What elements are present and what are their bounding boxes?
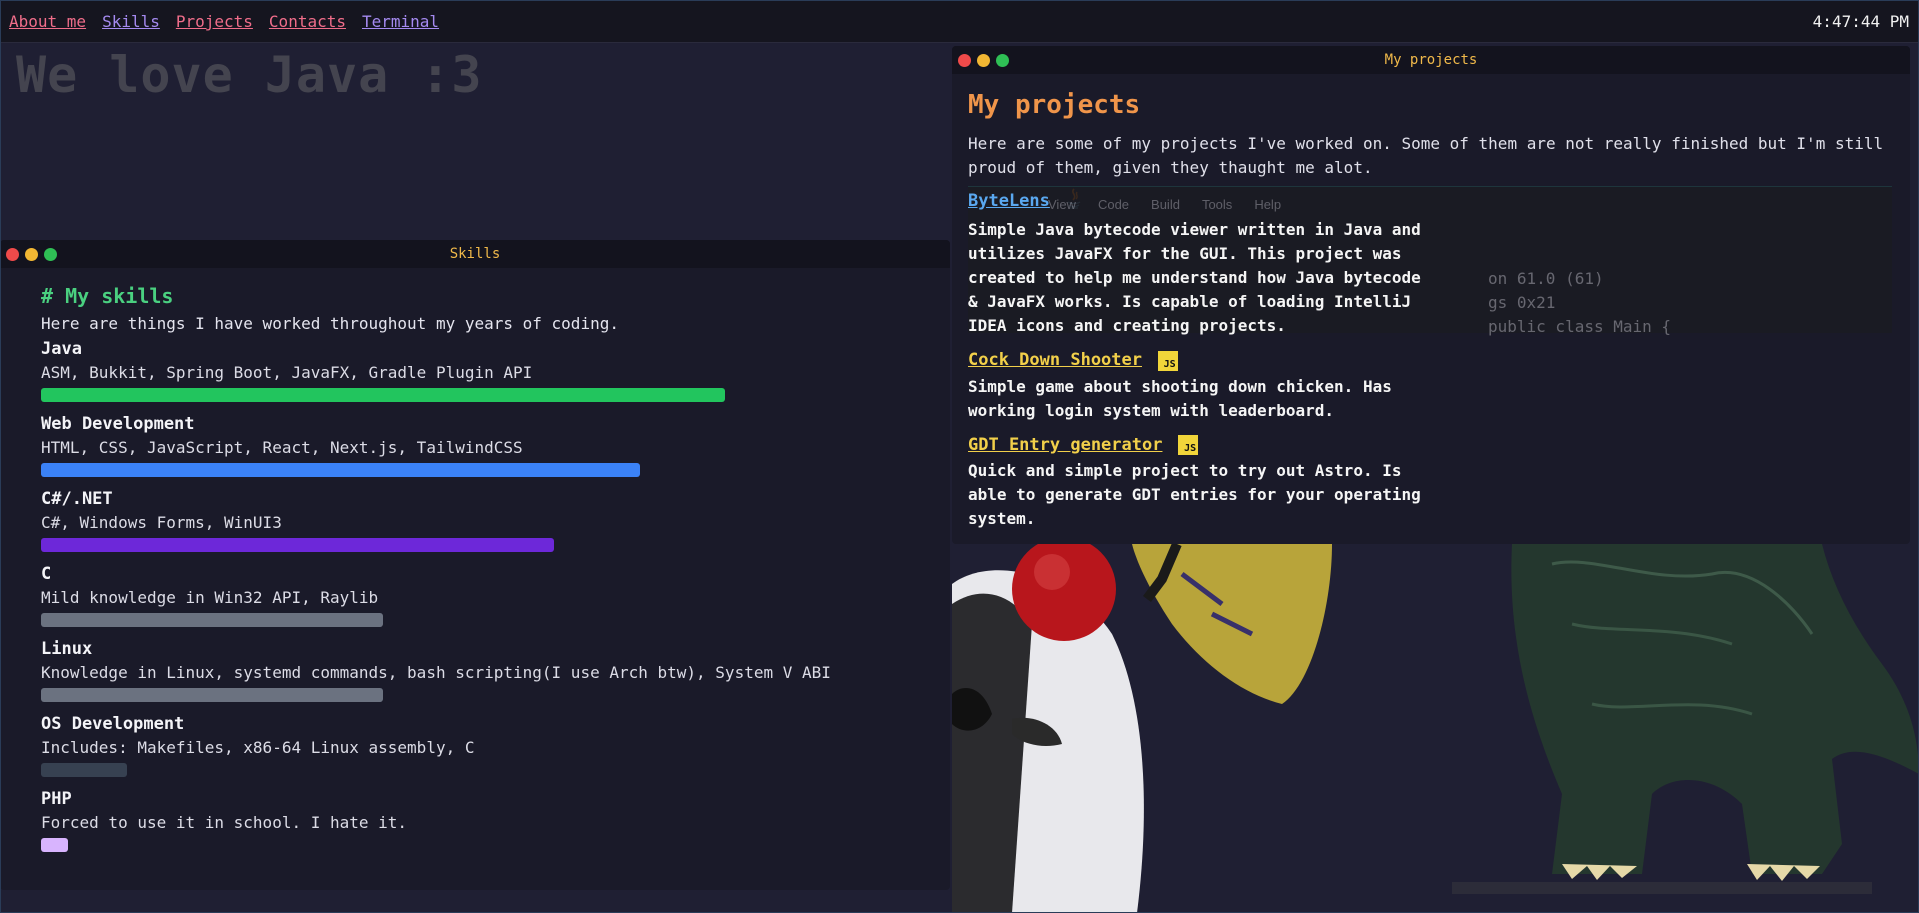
skills-window-title: Skills [449, 246, 501, 262]
skill-item: C Mild knowledge in Win32 API, Raylib [41, 564, 950, 627]
skill-item: Linux Knowledge in Linux, systemd command… [41, 639, 950, 702]
projects-intro: Here are some of my projects I've worked… [968, 134, 1884, 177]
skill-bar-fill [41, 613, 383, 627]
skill-item: Java ASM, Bukkit, Spring Boot, JavaFX, Gr… [41, 339, 950, 402]
skill-name: PHP [41, 789, 72, 809]
projects-content: My projects Here are some of my projects… [952, 74, 1910, 544]
skills-window[interactable]: Skills # My skills Here are things I hav… [0, 240, 950, 890]
close-button[interactable] [6, 248, 19, 261]
hero-text: We love Java :3 [16, 46, 483, 104]
minimize-button[interactable] [977, 54, 990, 67]
ide-code-line: public class Main { [1488, 317, 1672, 336]
skill-bar [41, 613, 941, 627]
skill-description: ASM, Bukkit, Spring Boot, JavaFX, Gradle… [41, 363, 533, 382]
maximize-button[interactable] [44, 248, 57, 261]
ide-menu-item: Build [1151, 197, 1180, 212]
skill-bar [41, 463, 941, 477]
ide-menu: View Code Build Tools Help [1048, 197, 1281, 212]
projects-titlebar[interactable]: My projects [952, 46, 1910, 74]
top-bar: About me Skills Projects Contacts Termin… [0, 0, 1919, 43]
clock: 4:47:44 PM [1812, 12, 1909, 31]
skill-bar-fill [41, 388, 725, 402]
ide-menu-item: Tools [1201, 197, 1233, 212]
ide-menu-item: Help [1254, 197, 1282, 212]
skill-bar [41, 763, 941, 777]
ide-menu-item: Code [1097, 197, 1130, 212]
skill-item: OS Development Includes: Makefiles, x86-6… [41, 714, 950, 777]
ide-code-line: on 61.0 (61) [1488, 269, 1604, 288]
skill-name: C [41, 564, 52, 584]
ide-code: on 61.0 (61) gs 0x21 public class Main { [1488, 267, 1671, 339]
project-gdt-entry-generator: GDT Entry generator JS Quick and simple … [968, 435, 1894, 532]
skill-bar [41, 688, 941, 702]
skill-bar-fill [41, 688, 383, 702]
skill-name: Linux [41, 639, 93, 659]
nav-skills[interactable]: Skills [102, 12, 160, 31]
project-description: Quick and simple project to try out Astr… [968, 461, 1421, 528]
skills-intro: Here are things I have worked throughout… [41, 314, 619, 333]
skills-content: # My skills Here are things I have worke… [0, 268, 950, 852]
background-art [952, 544, 1919, 913]
minimize-button[interactable] [25, 248, 38, 261]
skill-description: Includes: Makefiles, x86-64 Linux assemb… [41, 738, 475, 757]
project-title-link[interactable]: Cock Down Shooter [968, 350, 1142, 370]
window-controls [958, 54, 1009, 67]
window-controls [6, 248, 57, 261]
skill-description: Forced to use it in school. I hate it. [41, 813, 408, 832]
skill-description: Mild knowledge in Win32 API, Raylib [41, 588, 379, 607]
project-title-link[interactable]: ByteLens [968, 191, 1050, 211]
skill-item: PHP Forced to use it in school. I hate it… [41, 789, 950, 852]
skill-bar-fill [41, 463, 640, 477]
project-description: Simple Java bytecode viewer written in J… [968, 220, 1421, 335]
skill-name: Java [41, 339, 82, 359]
skills-heading: # My skills [41, 284, 174, 308]
js-icon: JS [1157, 350, 1178, 371]
nav-terminal[interactable]: Terminal [362, 12, 439, 31]
nav-projects[interactable]: Projects [176, 12, 253, 31]
skill-bar [41, 538, 941, 552]
skill-bar [41, 838, 941, 852]
maximize-button[interactable] [996, 54, 1009, 67]
skills-list: Java ASM, Bukkit, Spring Boot, JavaFX, Gr… [41, 339, 950, 852]
skill-item: Web Development HTML, CSS, JavaScript, Re… [41, 414, 950, 477]
project-bytelens: View Code Build Tools Help on 61.0 (61) … [968, 186, 1894, 339]
skill-bar-fill [41, 838, 68, 852]
skill-item: C#/.NET C#, Windows Forms, WinUI3 [41, 489, 950, 552]
projects-heading: My projects [968, 90, 1141, 120]
projects-window-title: My projects [1384, 52, 1478, 68]
project-description: Simple game about shooting down chicken.… [968, 376, 1392, 420]
skill-description: HTML, CSS, JavaScript, React, Next.js, T… [41, 438, 523, 457]
ide-code-line: gs 0x21 [1488, 293, 1556, 312]
skill-bar [41, 388, 941, 402]
skill-name: OS Development [41, 714, 185, 734]
project-cock-down-shooter: Cock Down Shooter JS Simple game about s… [968, 350, 1894, 423]
ide-menu-item: View [1048, 197, 1076, 212]
js-icon: JS [1178, 435, 1199, 455]
nav-contacts[interactable]: Contacts [269, 12, 346, 31]
skills-titlebar[interactable]: Skills [0, 240, 950, 268]
skill-bar-fill [41, 763, 127, 777]
skill-name: C#/.NET [41, 489, 113, 509]
projects-window[interactable]: My projects My projects Here are some of… [952, 46, 1910, 544]
close-button[interactable] [958, 54, 971, 67]
skill-description: C#, Windows Forms, WinUI3 [41, 513, 282, 532]
main-nav: About me Skills Projects Contacts Termin… [9, 12, 439, 31]
mascot-illustration [952, 544, 1919, 913]
skill-bar-fill [41, 538, 554, 552]
nav-about-me[interactable]: About me [9, 12, 86, 31]
skill-name: Web Development [41, 414, 195, 434]
skill-description: Knowledge in Linux, systemd commands, ba… [41, 663, 831, 682]
project-title-link[interactable]: GDT Entry generator [968, 435, 1162, 455]
